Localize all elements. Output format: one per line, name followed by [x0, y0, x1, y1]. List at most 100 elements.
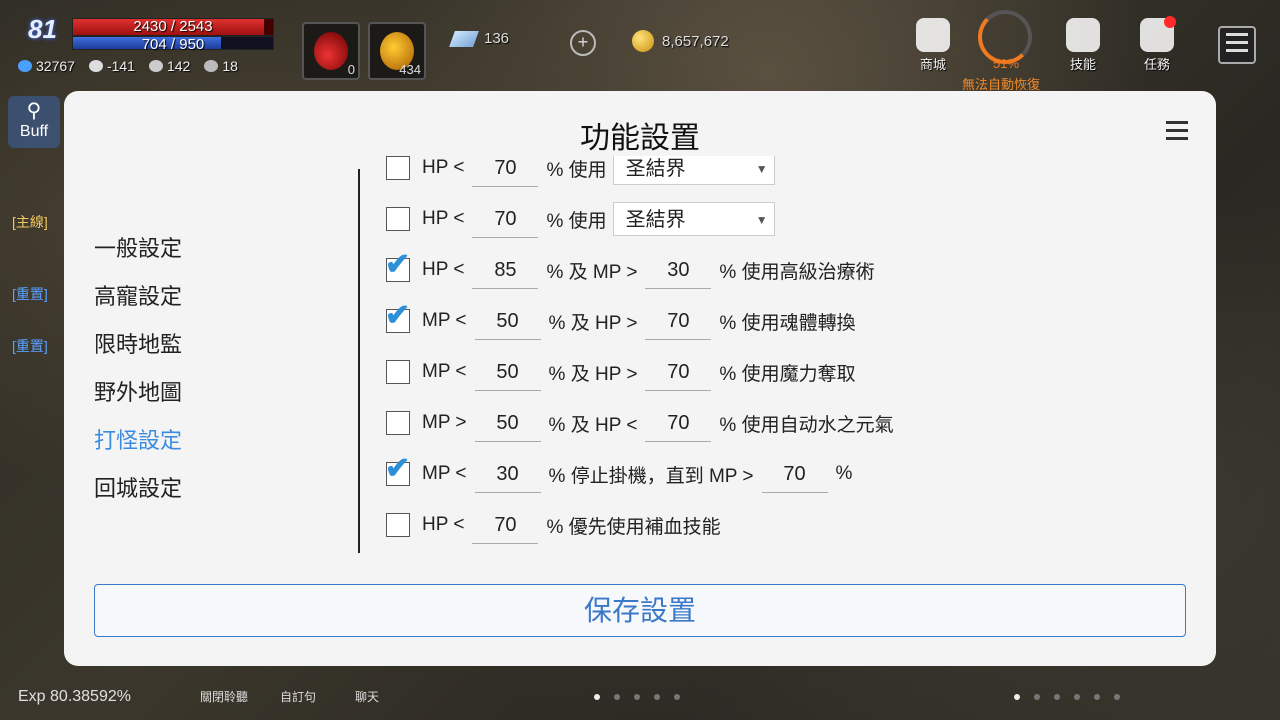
- threshold-input-2[interactable]: 70: [645, 405, 712, 442]
- progress-percent: 51%: [993, 56, 1020, 71]
- skill-select[interactable]: 圣結界: [612, 202, 775, 237]
- and-label: % 及 HP >: [548, 312, 638, 334]
- player-stats: 32767 -141 142 18: [18, 58, 238, 74]
- threshold-input[interactable]: 85: [472, 252, 539, 289]
- mp-bar: 704 / 950: [72, 36, 274, 53]
- mute-voice-button[interactable]: 關閉聆聽: [200, 688, 248, 705]
- stat-value: 142: [166, 58, 191, 74]
- page-indicator: [1014, 694, 1120, 700]
- setting-checkbox[interactable]: [386, 451, 410, 486]
- condition-label: MP >: [422, 412, 467, 433]
- skills-label: 技能: [1069, 57, 1096, 72]
- combat-settings-list[interactable]: HP < 70 % 使用 圣結界 HP < 70 % 使用 圣結界 HP < 8…: [386, 156, 1186, 561]
- condition-label: HP <: [422, 208, 465, 229]
- search-icon: ⚲: [26, 100, 42, 122]
- threshold-input[interactable]: 30: [474, 456, 541, 493]
- wing-speed-icon: [204, 60, 219, 72]
- stat-value: -141: [106, 58, 135, 74]
- action-label: % 使用自动水之元氣: [719, 414, 894, 436]
- quests-label: 任務: [1143, 57, 1170, 72]
- player-level: 81: [28, 14, 57, 44]
- nav-item-combat[interactable]: 打怪設定: [94, 423, 182, 471]
- setting-row: HP < 70 % 優先使用補血技能: [386, 505, 721, 545]
- chat-button[interactable]: 聊天: [355, 688, 379, 705]
- setting-checkbox[interactable]: [386, 207, 410, 231]
- skills-button[interactable]: 技能: [1058, 18, 1108, 73]
- stat-value: 32767: [36, 58, 75, 74]
- potion-slot[interactable]: 0: [302, 22, 360, 80]
- setting-checkbox[interactable]: [386, 513, 410, 537]
- bag-icon: [916, 18, 950, 52]
- nav-item-timed-dungeon[interactable]: 限時地監: [94, 327, 182, 375]
- shop-button[interactable]: 商城: [908, 18, 958, 73]
- quests-button[interactable]: 任務: [1132, 16, 1182, 73]
- nav-item-field-map[interactable]: 野外地圖: [94, 375, 182, 423]
- threshold-input[interactable]: 70: [472, 201, 539, 238]
- wing-icon: [18, 60, 32, 72]
- setting-row: MP < 50 % 及 HP > 70 % 使用魔力奪取: [386, 352, 856, 392]
- condition-label: HP <: [422, 514, 465, 535]
- buff-button[interactable]: ⚲ Buff: [8, 96, 60, 148]
- threshold-input-2[interactable]: 70: [645, 303, 712, 340]
- exp-readout: Exp 80.38592%: [18, 688, 131, 705]
- mp-text: 704 / 950: [141, 36, 205, 53]
- add-currency-button[interactable]: +: [570, 30, 596, 56]
- setting-checkbox[interactable]: [386, 411, 410, 435]
- custom-phrase-button[interactable]: 自訂句: [280, 688, 316, 705]
- threshold-input[interactable]: 70: [472, 507, 539, 544]
- percent-label: %: [835, 463, 853, 484]
- threshold-input-2[interactable]: 30: [645, 252, 712, 289]
- gem-value: 136: [484, 30, 510, 47]
- threshold-input[interactable]: 50: [474, 303, 541, 340]
- setting-row: MP > 50 % 及 HP < 70 % 使用自动水之元氣: [386, 403, 894, 443]
- red-potion-icon: [314, 32, 348, 70]
- action-label: % 使用魂體轉換: [719, 312, 856, 334]
- slot-count: 434: [399, 62, 421, 77]
- boot-icon: [148, 60, 163, 72]
- nav-item-pet[interactable]: 高寵設定: [94, 279, 182, 327]
- setting-checkbox[interactable]: [386, 156, 410, 180]
- condition-label: MP <: [422, 463, 467, 484]
- quest-tag[interactable]: [重置]: [12, 284, 48, 304]
- nav-item-return-town[interactable]: 回城設定: [94, 471, 182, 519]
- quest-tag[interactable]: [重置]: [12, 336, 48, 356]
- setting-row: HP < 70 % 使用 圣結界: [386, 199, 775, 239]
- buff-label: Buff: [19, 123, 49, 140]
- page-indicator: [594, 694, 680, 700]
- hp-bar: 2430 / 2543: [72, 18, 274, 36]
- gold-value: 8,657,672: [662, 32, 729, 50]
- setting-row: HP < 70 % 使用 圣結界: [386, 156, 775, 188]
- action-label: % 優先使用補血技能: [546, 516, 721, 538]
- condition-label: MP <: [422, 361, 467, 382]
- setting-row: MP < 50 % 及 HP > 70 % 使用魂體轉換: [386, 298, 856, 341]
- stat-item: -141: [88, 58, 135, 74]
- condition-label: HP <: [422, 157, 465, 178]
- threshold-input-2[interactable]: 70: [761, 456, 828, 493]
- dialog-title: 功能設置: [580, 121, 700, 156]
- notification-dot: [1164, 16, 1176, 28]
- settings-nav: 一般設定 高寵設定 限時地監 野外地圖 打怪設定 回城設定: [94, 231, 182, 519]
- stat-item: 32767: [18, 58, 75, 74]
- threshold-input[interactable]: 50: [474, 354, 541, 391]
- dialog-menu-icon[interactable]: [1166, 121, 1188, 145]
- skill-select[interactable]: 圣結界: [612, 156, 775, 186]
- condition-label: HP <: [422, 259, 465, 280]
- and-label: % 及 MP >: [546, 261, 638, 283]
- save-settings-button[interactable]: 保存設置: [94, 584, 1186, 637]
- setting-row: HP < 85 % 及 MP > 30 % 使用高級治療術: [386, 247, 875, 290]
- setting-checkbox[interactable]: [386, 247, 410, 282]
- action-label: % 使用: [546, 210, 607, 232]
- setting-checkbox[interactable]: [386, 298, 410, 333]
- gold-counter: 8,657,672: [632, 30, 729, 52]
- threshold-input-2[interactable]: 70: [645, 354, 712, 391]
- gem-counter: 136: [449, 30, 510, 47]
- skull-icon: [88, 60, 103, 72]
- item-slot[interactable]: 434: [368, 22, 426, 80]
- stop-label: % 停止掛機，直到 MP >: [548, 465, 754, 487]
- threshold-input[interactable]: 50: [474, 405, 541, 442]
- nav-item-general[interactable]: 一般設定: [94, 231, 182, 279]
- setting-checkbox[interactable]: [386, 360, 410, 384]
- threshold-input[interactable]: 70: [472, 156, 539, 187]
- main-menu-button[interactable]: [1218, 26, 1256, 64]
- quest-tag[interactable]: [主線]: [12, 212, 48, 232]
